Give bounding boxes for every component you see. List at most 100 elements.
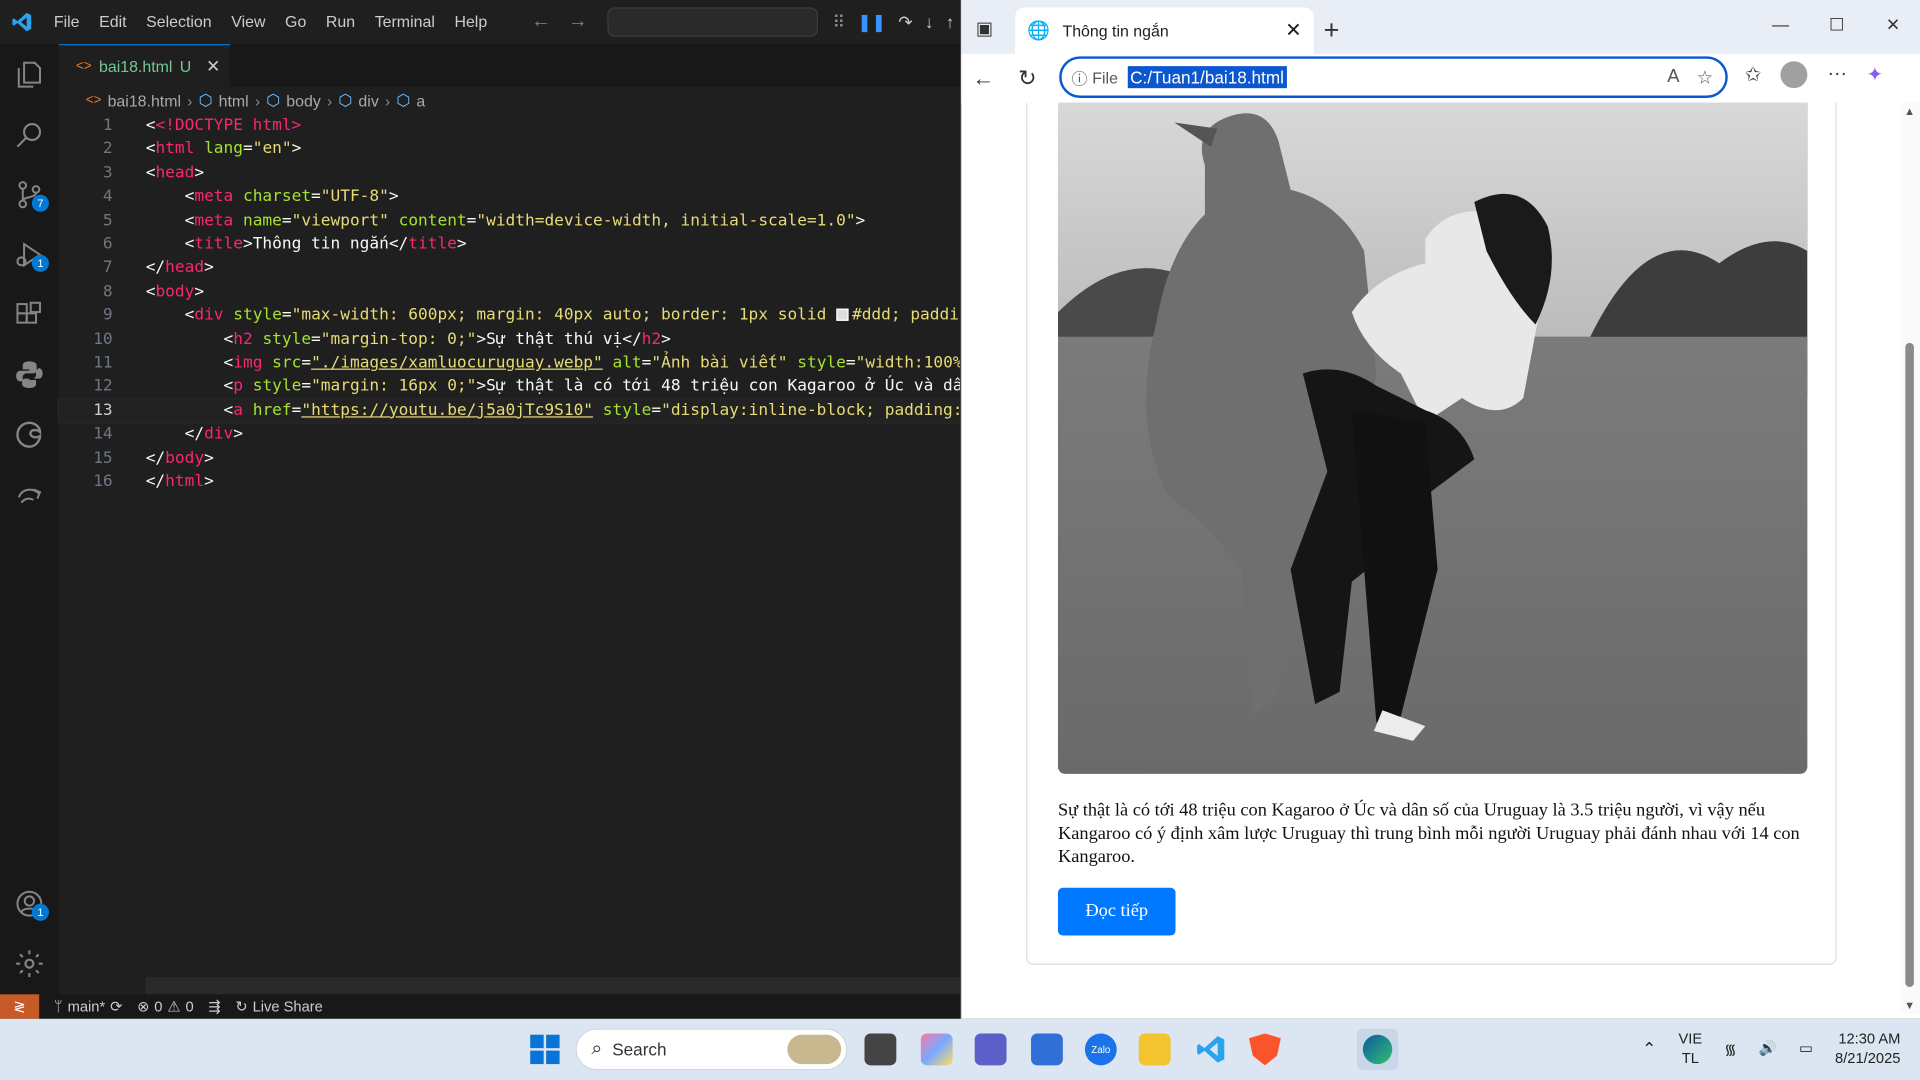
close-window-icon[interactable]: ✕	[1865, 0, 1920, 49]
menu-help[interactable]: Help	[445, 0, 497, 44]
windows-start-icon[interactable]	[529, 1033, 561, 1065]
live-share-icon: ↻	[235, 997, 248, 1016]
browser-tab-title: Thông tin ngắn	[1062, 21, 1169, 40]
clock-time: 12:30 AM	[1838, 1029, 1901, 1047]
file-explorer-icon[interactable]	[1138, 1033, 1171, 1066]
code-token: head	[155, 163, 195, 183]
refresh-icon[interactable]: ↻	[1005, 66, 1049, 92]
breadcrumb-a[interactable]: a	[416, 91, 425, 109]
url-text[interactable]: C:/Tuan1/bai18.html	[1127, 66, 1287, 89]
read-more-button[interactable]: Đọc tiếp	[1057, 887, 1176, 936]
site-info-button[interactable]: ⓘ File	[1071, 66, 1127, 89]
search-icon[interactable]	[0, 104, 59, 164]
menu-selection[interactable]: Selection	[136, 0, 221, 44]
step-out-icon[interactable]: ↑	[946, 12, 955, 32]
code-token: "UTF-8"	[320, 187, 389, 206]
breadcrumb-div[interactable]: div	[358, 91, 378, 109]
wifi-icon[interactable]: ᯾	[1724, 1038, 1737, 1059]
explorer-icon[interactable]	[0, 44, 59, 104]
accounts-icon[interactable]: 1	[0, 873, 59, 933]
copilot-taskbar-icon[interactable]	[920, 1033, 953, 1066]
address-bar[interactable]: ⓘ File C:/Tuan1/bai18.html A ☆	[1059, 56, 1728, 98]
command-center[interactable]	[607, 7, 818, 37]
task-view-icon[interactable]	[864, 1033, 897, 1066]
code-token: p	[233, 377, 243, 396]
edge-taskbar-icon[interactable]	[1356, 1028, 1399, 1071]
code-token: meta	[194, 211, 234, 230]
extensions-icon[interactable]	[0, 284, 59, 344]
profile-avatar[interactable]	[1780, 61, 1808, 89]
input-language[interactable]: VIE TL	[1678, 1029, 1702, 1068]
breadcrumb-file[interactable]: bai18.html	[108, 91, 181, 109]
menu-file[interactable]: File	[44, 0, 89, 44]
microsoft-store-icon[interactable]	[1031, 1033, 1063, 1066]
symbol-icon: ⬡	[396, 90, 411, 109]
step-into-icon[interactable]: ↓	[925, 12, 934, 32]
favorite-star-icon[interactable]: ☆	[1697, 66, 1713, 88]
minimize-icon[interactable]: —	[1752, 0, 1808, 49]
vscode-taskbar-icon[interactable]	[1195, 1033, 1227, 1065]
code-token: a	[233, 401, 243, 420]
live-share-button[interactable]: ↻ Live Share	[235, 998, 322, 1015]
forward-arrow-icon[interactable]: →	[568, 11, 588, 33]
problems-indicator[interactable]: ⊗ 0 ⚠ 0	[137, 998, 194, 1015]
maximize-icon[interactable]: ☐	[1809, 0, 1865, 49]
horizontal-scrollbar[interactable]	[145, 977, 961, 995]
battery-icon[interactable]: ▭	[1799, 1040, 1813, 1057]
edge-devtools-icon[interactable]	[0, 404, 59, 464]
remote-explorer-icon[interactable]	[0, 464, 59, 524]
tab-bai18-html[interactable]: <> bai18.html U ✕	[58, 44, 231, 87]
python-icon[interactable]	[0, 344, 59, 404]
scroll-thumb[interactable]	[1905, 342, 1914, 987]
code-token: Sự thật thú vị	[486, 330, 623, 349]
close-icon[interactable]: ✕	[1285, 18, 1301, 42]
taskbar-search[interactable]: ⌕ Search	[575, 1028, 848, 1071]
code-link[interactable]: "https://youtu.be/j5a0jTc9S10"	[301, 401, 593, 419]
teams-icon[interactable]	[974, 1033, 1007, 1066]
more-options-icon[interactable]: ···	[1827, 64, 1847, 86]
color-swatch[interactable]	[836, 308, 849, 322]
menu-terminal[interactable]: Terminal	[365, 0, 445, 44]
language-code: VIE	[1678, 1029, 1703, 1047]
settings-gear-icon[interactable]	[0, 933, 59, 993]
tab-actions-icon[interactable]: ▣	[976, 17, 993, 39]
close-icon[interactable]: ✕	[206, 56, 220, 77]
symbol-icon: ⬡	[266, 90, 281, 109]
page-scrollbar[interactable]: ▲ ▼	[1900, 102, 1920, 1014]
copilot-icon[interactable]: ✦	[1867, 62, 1883, 86]
menu-view[interactable]: View	[221, 0, 275, 44]
scroll-down-icon[interactable]: ▼	[1904, 999, 1915, 1011]
accounts-badge: 1	[31, 903, 49, 921]
code-token: alt	[612, 353, 642, 373]
drag-handle-icon[interactable]: ⠿	[833, 12, 846, 33]
chevron-up-icon[interactable]: ⌃	[1642, 1038, 1656, 1059]
zalo-icon[interactable]: Zalo	[1084, 1033, 1117, 1066]
read-aloud-icon[interactable]: A	[1667, 66, 1679, 88]
warning-icon: ⚠	[167, 997, 181, 1016]
breadcrumb-body[interactable]: body	[286, 91, 321, 109]
favorites-icon[interactable]: ✩	[1745, 62, 1761, 86]
breadcrumb-html[interactable]: html	[219, 91, 249, 109]
new-tab-icon[interactable]: +	[1324, 15, 1340, 47]
menu-run[interactable]: Run	[316, 0, 365, 44]
clock[interactable]: 12:30 AM 8/21/2025	[1835, 1029, 1900, 1068]
browser-tab[interactable]: 🌐 Thông tin ngắn ✕	[1015, 7, 1314, 54]
code-editor[interactable]: 1 <<!DOCTYPE html> 2 <html lang="en"> 3 <he…	[57, 114, 962, 977]
menu-go[interactable]: Go	[275, 0, 316, 44]
remote-indicator-icon[interactable]: ≷	[0, 994, 40, 1019]
pause-icon[interactable]: ❚❚	[857, 12, 886, 33]
run-debug-icon[interactable]: 1	[0, 224, 59, 284]
back-arrow-icon[interactable]: ←	[531, 11, 551, 33]
back-icon[interactable]: ←	[961, 66, 1005, 92]
debug-status-icon[interactable]: ⇶	[208, 998, 220, 1015]
sync-icon[interactable]: ⟳	[110, 998, 122, 1015]
volume-icon[interactable]: 🔊	[1759, 1040, 1777, 1057]
branch-indicator[interactable]: ᛘ main* ⟳	[54, 998, 123, 1015]
step-over-icon[interactable]: ↷	[898, 12, 912, 33]
code-link[interactable]: "./images/xamluocuruguay.webp"	[311, 354, 603, 372]
scroll-up-icon[interactable]: ▲	[1904, 105, 1915, 117]
code-token: div	[204, 425, 234, 444]
brave-icon[interactable]	[1248, 1033, 1281, 1066]
source-control-icon[interactable]: 7	[0, 164, 59, 224]
menu-edit[interactable]: Edit	[89, 0, 136, 44]
